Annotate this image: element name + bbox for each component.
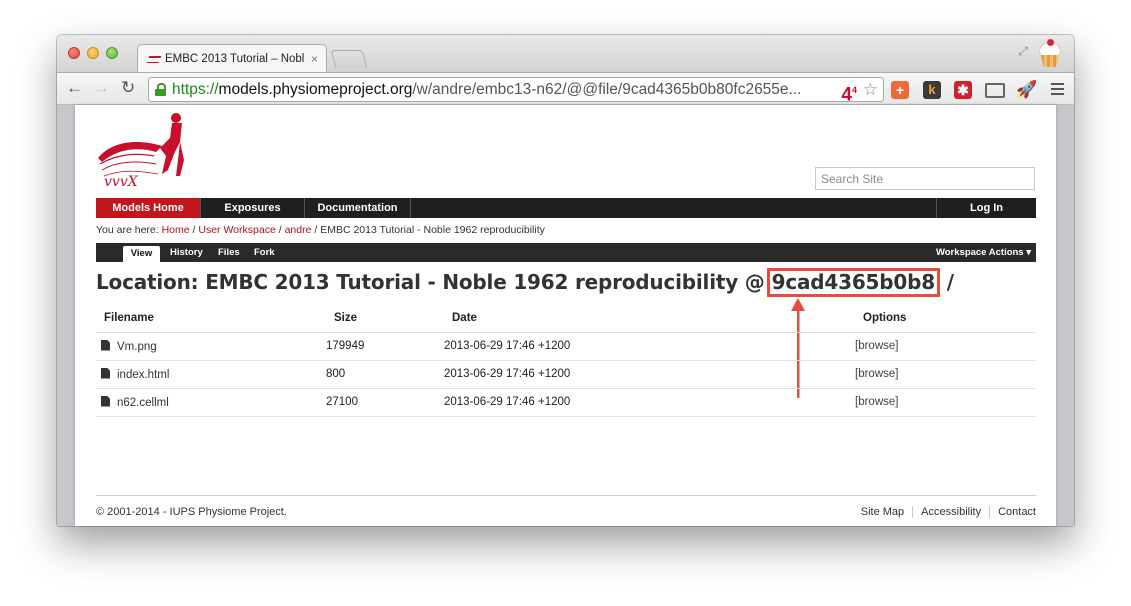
search-input[interactable]: [815, 167, 1035, 190]
hamburger-menu-icon[interactable]: [1051, 83, 1064, 95]
cast-icon[interactable]: [985, 83, 1005, 98]
browse-link[interactable]: [browse]: [849, 388, 1036, 417]
browser-toolbar: ← → ↻ https:// models.physiomeproject.or…: [57, 72, 1074, 105]
tab-files[interactable]: Files: [218, 247, 240, 258]
tab-view[interactable]: View: [123, 246, 160, 262]
breadcrumb-current: EMBC 2013 Tutorial - Noble 1962 reproduc…: [320, 224, 545, 236]
filename-cell: Vm.png: [96, 332, 326, 361]
omnibox-extension-icon[interactable]: 44: [841, 79, 857, 102]
table-row: Vm.png 179949 2013-06-29 17:46 +1200 [br…: [96, 332, 1036, 361]
back-arrow-icon[interactable]: ←: [66, 79, 83, 97]
maximize-window-button[interactable]: [106, 47, 118, 59]
copyright: © 2001-2014 - IUPS Physiome Project.: [96, 506, 287, 518]
footer-divider: [96, 495, 1036, 496]
size-cell: 179949: [326, 332, 444, 361]
location-suffix: /: [946, 270, 954, 294]
date-cell: 2013-06-29 17:46 +1200: [444, 332, 849, 361]
asterisk-extension-icon[interactable]: ✱: [954, 81, 972, 99]
column-header-options: Options: [849, 304, 1036, 333]
physiome-favicon-icon: [146, 54, 162, 64]
file-icon: [101, 395, 110, 407]
svg-text:vvvX: vvvX: [104, 174, 139, 190]
content-tabs-bar: View History Files Fork Workspace Action…: [96, 243, 1036, 262]
user-avatar-cupcake-icon[interactable]: [1036, 39, 1064, 69]
table-row: index.html 800 2013-06-29 17:46 +1200 [b…: [96, 360, 1036, 389]
size-cell: 27100: [326, 388, 444, 417]
breadcrumb-separator: /: [278, 224, 282, 236]
breadcrumb-user-workspace-link[interactable]: User Workspace: [198, 224, 275, 236]
close-window-button[interactable]: [68, 47, 80, 59]
files-table: Filename Size Date Options Vm.png 179949…: [96, 304, 1036, 417]
file-link[interactable]: n62.cellml: [117, 397, 169, 409]
breadcrumb: You are here: Home / User Workspace / an…: [96, 224, 545, 236]
date-cell: 2013-06-29 17:46 +1200: [444, 360, 849, 389]
url-scheme: https://: [172, 80, 219, 98]
fullscreen-icon[interactable]: ⤢: [1018, 44, 1028, 59]
url-path: /w/andre/embc13-n62/@@file/9cad4365b0b80…: [412, 80, 802, 98]
reload-icon[interactable]: ↻: [121, 79, 135, 97]
file-icon: [101, 339, 110, 351]
lock-icon: [155, 83, 166, 96]
browser-window: EMBC 2013 Tutorial – Nobl × ⤢ ← → ↻ http…: [57, 35, 1074, 526]
date-cell: 2013-06-29 17:46 +1200: [444, 388, 849, 417]
filename-cell: n62.cellml: [96, 388, 326, 417]
table-header-row: Filename Size Date Options: [96, 304, 1036, 333]
footer-links: Site Map Accessibility Contact: [853, 506, 1036, 518]
plus-extension-icon[interactable]: +: [891, 81, 909, 99]
nav-exposures[interactable]: Exposures: [201, 198, 305, 218]
url-host: models.physiomeproject.org: [218, 80, 413, 98]
revision-hash-highlight: 9cad4365b0b8: [766, 268, 940, 297]
title-bar: EMBC 2013 Tutorial – Nobl × ⤢: [57, 35, 1074, 72]
bookmark-star-icon[interactable]: ☆: [863, 79, 878, 101]
table-row: n62.cellml 27100 2013-06-29 17:46 +1200 …: [96, 388, 1036, 417]
rocket-extension-icon[interactable]: 🚀: [1016, 81, 1037, 99]
footer-link-site-map[interactable]: Site Map: [853, 506, 912, 518]
page-viewport: vvvX Models Home Exposures Documentation…: [57, 105, 1074, 526]
nav-documentation[interactable]: Documentation: [305, 198, 411, 218]
tab-history[interactable]: History: [170, 247, 203, 258]
nav-models-home[interactable]: Models Home: [96, 198, 201, 218]
filename-cell: index.html: [96, 360, 326, 389]
tab-title: EMBC 2013 Tutorial – Nobl: [165, 52, 305, 65]
size-cell: 800: [326, 360, 444, 389]
footer-link-accessibility[interactable]: Accessibility: [912, 506, 989, 518]
file-link[interactable]: index.html: [117, 369, 169, 381]
tab-close-icon[interactable]: ×: [311, 52, 318, 66]
browse-link[interactable]: [browse]: [849, 360, 1036, 389]
location-prefix: Location: EMBC 2013 Tutorial - Noble 196…: [96, 270, 765, 294]
main-navigation: Models Home Exposures Documentation Log …: [96, 198, 1036, 218]
physiome-logo[interactable]: vvvX: [96, 112, 186, 190]
omnibox-extension-badge: 4: [851, 85, 857, 95]
file-link[interactable]: Vm.png: [117, 341, 157, 353]
omnibox-extension-label: 4: [841, 84, 852, 102]
browse-link[interactable]: [browse]: [849, 332, 1036, 361]
column-header-size[interactable]: Size: [326, 304, 444, 333]
k-extension-icon[interactable]: k: [923, 81, 941, 99]
breadcrumb-andre-link[interactable]: andre: [285, 224, 312, 236]
breadcrumb-separator: /: [192, 224, 196, 236]
page-title: Location: EMBC 2013 Tutorial - Noble 196…: [96, 268, 954, 297]
address-bar[interactable]: https:// models.physiomeproject.org /w/a…: [148, 77, 884, 102]
breadcrumb-home-link[interactable]: Home: [162, 224, 190, 236]
column-header-date[interactable]: Date: [444, 304, 849, 333]
browser-tab[interactable]: EMBC 2013 Tutorial – Nobl ×: [137, 44, 327, 72]
breadcrumb-separator: /: [314, 224, 318, 236]
file-icon: [101, 367, 110, 379]
new-tab-button[interactable]: [330, 50, 368, 68]
workspace-actions-menu[interactable]: Workspace Actions ▾: [936, 247, 1031, 258]
forward-arrow-icon[interactable]: →: [93, 79, 110, 97]
footer-link-contact[interactable]: Contact: [989, 506, 1036, 518]
tab-fork[interactable]: Fork: [254, 247, 275, 258]
breadcrumb-prefix: You are here:: [96, 224, 159, 236]
page-content: vvvX Models Home Exposures Documentation…: [75, 105, 1056, 526]
minimize-window-button[interactable]: [87, 47, 99, 59]
column-header-filename[interactable]: Filename: [96, 304, 326, 333]
login-link[interactable]: Log In: [936, 198, 1036, 218]
